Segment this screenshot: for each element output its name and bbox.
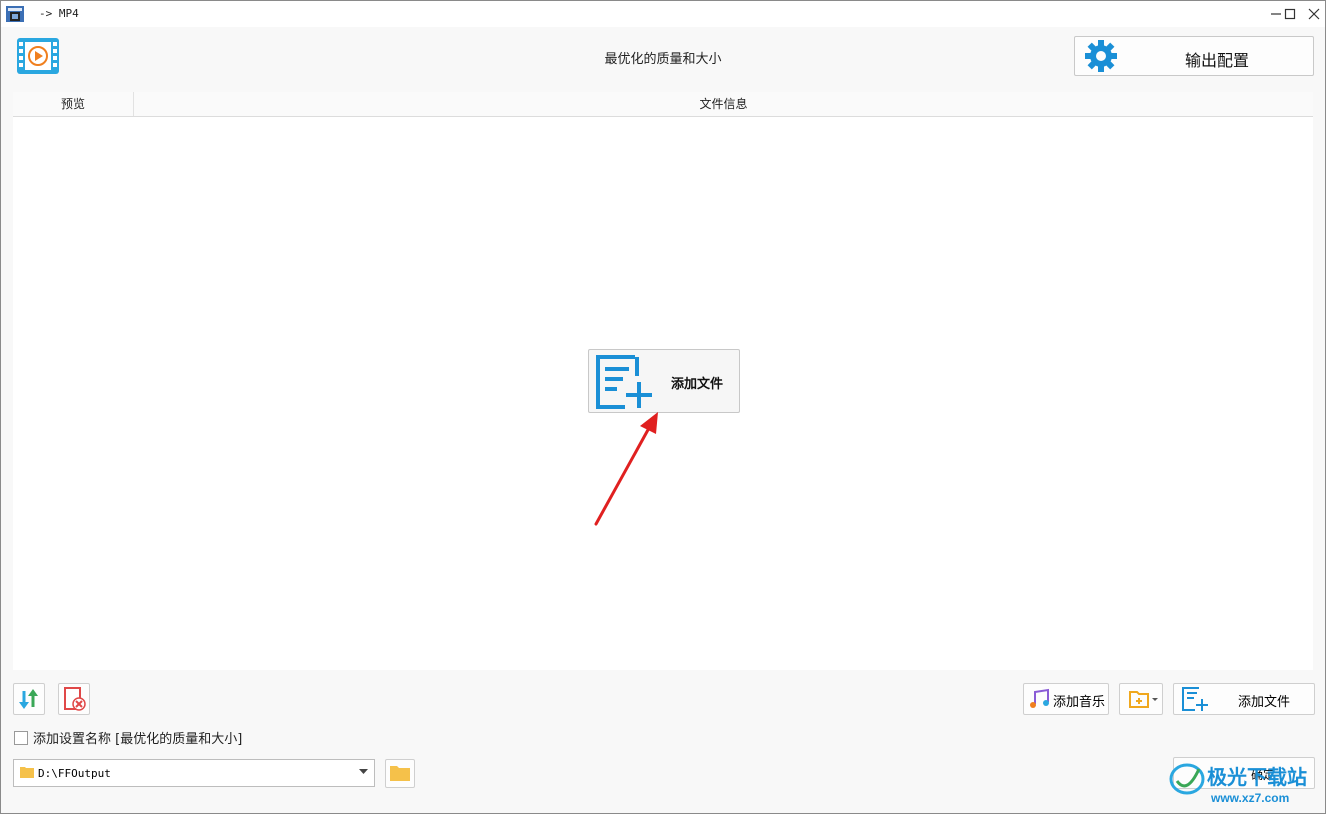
column-header-preview[interactable]: 预览 (13, 92, 134, 116)
add-setting-name-label: 添加设置名称 [最优化的质量和大小] (33, 732, 243, 747)
output-settings-label: 输出配置 (1185, 51, 1250, 70)
remove-file-button[interactable] (58, 683, 90, 715)
music-note-icon (1030, 688, 1049, 708)
output-path-value: D:\FFOutput (38, 767, 111, 780)
add-file-center-button[interactable]: 添加文件 (588, 349, 740, 413)
app-window: -> MP4 最优化的质量和大小 输出配置 预览 文件信息 添加文件 添加音乐 … (0, 0, 1326, 814)
add-folder-button[interactable] (1119, 683, 1163, 715)
window-title: -> MP4 (39, 7, 79, 20)
add-file-center-label: 添加文件 (671, 377, 724, 392)
output-settings-button[interactable]: 输出配置 (1074, 36, 1314, 76)
add-file-toolbar-label: 添加文件 (1238, 695, 1291, 710)
browse-folder-button[interactable] (385, 759, 415, 788)
sort-icon (19, 689, 38, 709)
output-path-dropdown[interactable]: D:\FFOutput (13, 759, 375, 787)
table-header: 预览 文件信息 (13, 92, 1313, 117)
watermark: 极光下载站 www.xz7.com (1169, 757, 1319, 807)
watermark-logo-icon (1169, 763, 1205, 795)
add-file-toolbar-button[interactable]: 添加文件 (1173, 683, 1315, 715)
delete-file-icon (64, 687, 86, 711)
add-setting-name-checkbox[interactable] (14, 730, 28, 745)
column-header-file-info[interactable]: 文件信息 (134, 92, 1313, 116)
gear-icon (1083, 38, 1119, 78)
folder-icon (20, 767, 34, 778)
header: 最优化的质量和大小 输出配置 (1, 27, 1325, 91)
folder-open-icon (390, 766, 410, 781)
add-setting-name-option[interactable]: 添加设置名称 [最优化的质量和大小] (14, 728, 242, 747)
add-music-label: 添加音乐 (1053, 695, 1106, 710)
app-icon (5, 4, 25, 24)
add-music-button[interactable]: 添加音乐 (1023, 683, 1109, 715)
annotation-arrow-icon (594, 412, 658, 526)
add-file-icon (1182, 687, 1208, 711)
close-icon (1308, 8, 1320, 20)
maximize-icon (1284, 8, 1296, 20)
add-file-icon (595, 354, 657, 414)
watermark-brand: 极光下载站 (1207, 765, 1307, 789)
chevron-down-icon (359, 769, 368, 774)
title-bar: -> MP4 (1, 1, 1325, 27)
watermark-url: www.xz7.com (1211, 791, 1290, 805)
close-button[interactable] (1299, 1, 1326, 27)
folder-add-icon (1129, 691, 1158, 708)
sort-button[interactable] (13, 683, 45, 715)
